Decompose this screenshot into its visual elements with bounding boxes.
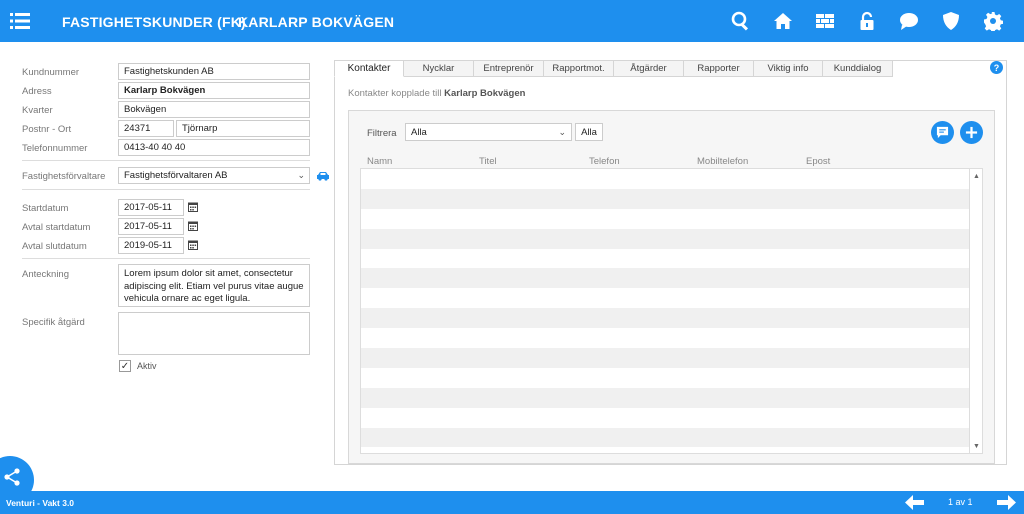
filter-select[interactable]: Alla ⌄: [405, 123, 572, 141]
contacts-subtitle-prefix: Kontakter kopplade till: [348, 88, 442, 99]
gear-icon[interactable]: [972, 9, 1014, 33]
table-row: [361, 169, 969, 189]
table-row: [361, 268, 969, 289]
anteckning-label: Anteckning: [22, 269, 70, 280]
adress-label: Adress: [22, 86, 52, 97]
kundnummer-field[interactable]: Fastighetskunden AB: [118, 63, 310, 80]
filter-label: Filtrera: [367, 128, 397, 139]
car-icon[interactable]: [316, 171, 330, 181]
top-toolbar: [720, 9, 1014, 33]
forvaltare-select[interactable]: Fastighetsförvaltaren AB ⌄: [118, 167, 310, 184]
table-row: [361, 288, 969, 308]
plus-icon: [965, 126, 978, 139]
table-row: [361, 328, 969, 348]
column-header-telefon[interactable]: Telefon: [589, 156, 620, 167]
chat-icon[interactable]: [888, 9, 930, 33]
startdatum-field[interactable]: 2017-05-11: [118, 199, 184, 216]
tab-atgarder[interactable]: Åtgärder: [614, 60, 684, 77]
top-bar: FASTIGHETSKUNDER (FK) KARLARP BOKVÄGEN: [0, 0, 1024, 42]
page-info: 1 av 1: [948, 497, 973, 507]
filter-button[interactable]: Alla: [575, 123, 603, 141]
telefon-field[interactable]: 0413-40 40 40: [118, 139, 310, 156]
page-subtitle: KARLARP BOKVÄGEN: [238, 14, 395, 30]
arrow-right-icon: [997, 495, 1016, 510]
avtal-slutdatum-label: Avtal slutdatum: [22, 241, 87, 252]
filter-value: Alla: [411, 127, 427, 138]
forvaltare-value: Fastighetsförvaltaren AB: [124, 170, 228, 181]
divider: [22, 160, 310, 161]
postnr-ort-label: Postnr - Ort: [22, 124, 72, 135]
grid-scrollbar[interactable]: ▲ ▼: [969, 169, 982, 453]
avtal-slutdatum-field[interactable]: 2019-05-11: [118, 237, 184, 254]
ort-field[interactable]: Tjörnarp: [176, 120, 310, 137]
wall-icon[interactable]: [804, 9, 846, 33]
tab-viktig-info[interactable]: Viktig info: [754, 60, 823, 77]
table-row: [361, 387, 969, 408]
tab-kunddialog[interactable]: Kunddialog: [823, 60, 893, 77]
column-header-titel[interactable]: Titel: [479, 156, 497, 167]
table-row: [361, 427, 969, 448]
table-row: [361, 408, 969, 428]
specifik-atgard-label: Specifik åtgärd: [22, 317, 85, 328]
scroll-up-icon[interactable]: ▲: [970, 170, 982, 182]
contacts-subtitle: Kontakter kopplade till Karlarp Bokvägen: [348, 88, 525, 99]
app-name: Venturi - Vakt 3.0: [6, 498, 75, 508]
help-icon[interactable]: ?: [990, 61, 1003, 74]
scroll-down-icon[interactable]: ▼: [970, 440, 982, 452]
shield-icon[interactable]: [930, 9, 972, 33]
previous-page-button[interactable]: [905, 494, 925, 511]
calendar-icon[interactable]: [186, 238, 200, 252]
column-header-epost[interactable]: Epost: [806, 156, 830, 167]
aktiv-checkbox[interactable]: ✓: [119, 360, 131, 372]
avtal-startdatum-label: Avtal startdatum: [22, 222, 91, 233]
tab-rapportmot[interactable]: Rapportmot.: [544, 60, 614, 77]
avtal-startdatum-field[interactable]: 2017-05-11: [118, 218, 184, 235]
telefon-label: Telefonnummer: [22, 143, 88, 154]
share-icon: [4, 468, 20, 486]
table-row: [361, 188, 969, 209]
arrow-left-icon: [905, 495, 924, 510]
home-icon[interactable]: [762, 9, 804, 33]
specifik-atgard-textarea[interactable]: [118, 312, 310, 355]
table-row: [361, 308, 969, 329]
contacts-subtitle-name: Karlarp Bokvägen: [444, 88, 526, 99]
forvaltare-label: Fastighetsförvaltare: [22, 171, 106, 182]
tab-bar: Kontakter Nycklar Entreprenör Rapportmot…: [334, 60, 893, 77]
contacts-grid: ▲ ▼: [360, 168, 983, 454]
adress-field[interactable]: Karlarp Bokvägen: [118, 82, 310, 99]
table-row: [361, 368, 969, 388]
table-row: [361, 209, 969, 229]
chevron-down-icon: ⌄: [558, 127, 566, 137]
startdatum-label: Startdatum: [22, 203, 69, 214]
tab-nycklar[interactable]: Nycklar: [404, 60, 474, 77]
page-title: FASTIGHETSKUNDER (FK): [62, 14, 246, 30]
kundnummer-label: Kundnummer: [22, 67, 80, 78]
divider: [22, 258, 310, 259]
kvarter-label: Kvarter: [22, 105, 53, 116]
calendar-icon[interactable]: [186, 219, 200, 233]
column-header-mobiltelefon[interactable]: Mobiltelefon: [697, 156, 748, 167]
column-header-namn[interactable]: Namn: [367, 156, 392, 167]
table-row: [361, 348, 969, 368]
tab-rapporter[interactable]: Rapporter: [684, 60, 754, 77]
tab-kontakter[interactable]: Kontakter: [334, 60, 404, 77]
aktiv-label: Aktiv: [137, 361, 157, 371]
next-page-button[interactable]: [996, 494, 1016, 511]
divider: [22, 189, 310, 190]
kvarter-field[interactable]: Bokvägen: [118, 101, 310, 118]
postnr-field[interactable]: 24371: [118, 120, 174, 137]
calendar-icon[interactable]: [186, 200, 200, 214]
message-icon: [936, 126, 949, 139]
hamburger-menu-icon[interactable]: [10, 12, 30, 30]
add-contact-button[interactable]: [960, 121, 983, 144]
chevron-down-icon: ⌄: [297, 170, 305, 180]
search-icon[interactable]: [720, 9, 762, 33]
lock-icon[interactable]: [846, 9, 888, 33]
table-row: [361, 249, 969, 269]
tab-entreprenor[interactable]: Entreprenör: [474, 60, 544, 77]
bottom-bar: Venturi - Vakt 3.0 1 av 1: [0, 491, 1024, 514]
table-row: [361, 228, 969, 249]
anteckning-textarea[interactable]: Lorem ipsum dolor sit amet, consectetur …: [118, 264, 310, 307]
message-button[interactable]: [931, 121, 954, 144]
